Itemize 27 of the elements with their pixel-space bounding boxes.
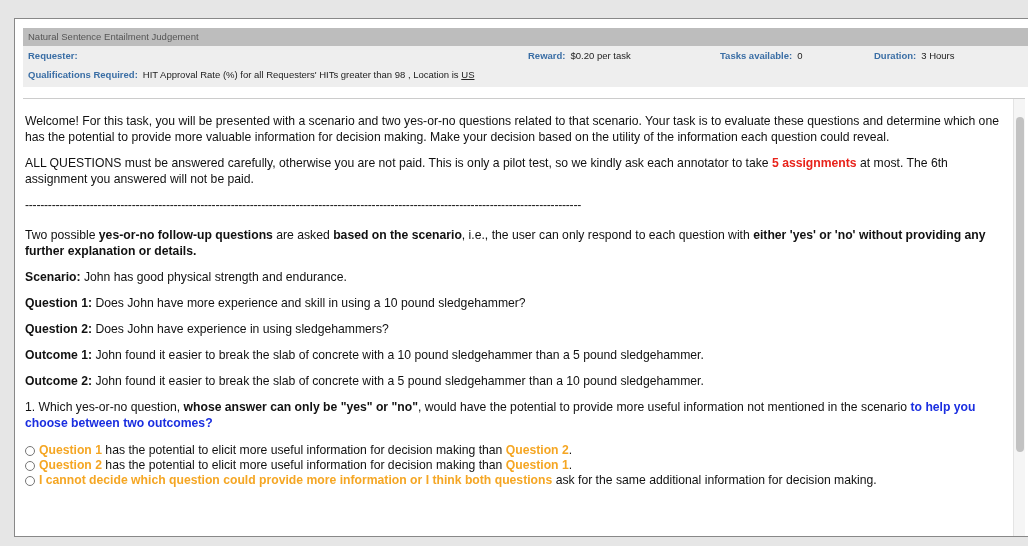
field-label: Requester:: [28, 49, 78, 61]
paragraph: 1. Which yes-or-no question, whose answer can only be "yes" or "no", would have the potential to provide more useful information not mentioned in the scenario to help you choose between two outcomes?: [25, 399, 977, 431]
radio-button[interactable]: [25, 445, 35, 456]
paragraph: Outcome 1: John found it easier to break the slab of concrete with a 10 pound sledgehammer than a 5 pound sledgehammer.: [25, 347, 705, 363]
option-label[interactable]: Question 2 has the potential to elicit more useful information for decision making than Question 1.: [39, 458, 573, 473]
task-title: Natural Sentence Entailment Judgement: [23, 28, 1028, 46]
paragraph: Outcome 2: John found it easier to break the slab of concrete with a 5 pound sledgehammer than a 10 pound sledgehammer.: [25, 373, 705, 389]
field-label: Reward:: [528, 49, 566, 61]
paragraph: Scenario: John has good physical strength and endurance.: [25, 269, 348, 285]
paragraph: Question 1: Does John have more experience and skill in using a 10 pound sledgehammer?: [25, 295, 527, 311]
field-value: HIT Approval Rate (%) for all Requesters' HITs greater than 98 , Location is US: [142, 68, 475, 80]
field-value: 0: [797, 49, 803, 61]
radio-button[interactable]: [25, 475, 35, 486]
paragraph: Question 2: Does John have experience in using sledgehammers?: [25, 321, 390, 337]
field-value: 3 Hours: [921, 49, 955, 61]
paragraph: ALL QUESTIONS must be answered carefully, otherwise you are not paid. This is only a pilot test, so we kindly ask each annotator to take 5 assignments at most. The 6th assignment you answered will not be paid.: [25, 155, 949, 187]
field-value: $0.20 per task: [570, 49, 631, 61]
scrollbar[interactable]: [1013, 99, 1025, 536]
radio-button[interactable]: [25, 460, 35, 471]
field-label: Qualifications Required:: [28, 68, 138, 80]
dashed-divider: --------------------------------------------------------------------------------------------------------------------------------------------------: [25, 197, 583, 213]
option-label[interactable]: Question 1 has the potential to elicit more useful information for decision making than Question 2.: [39, 443, 573, 458]
field-label: Duration:: [874, 49, 917, 61]
option-label[interactable]: I cannot decide which question could provide more information or I think both questions ask for the same additional information for decision making.: [39, 473, 877, 488]
paragraph: Two possible yes-or-no follow-up questions are asked based on the scenario, i.e., the user can only respond to each question with either 'yes' or 'no' without providing any further explanation or details.: [25, 227, 987, 259]
paragraph: Welcome! For this task, you will be presented with a scenario and two yes-or-no questions related to that scenario. Your task is to evaluate these questions and determine which one has the potential to provide more valuable information for decision making. Make your decision based on the utility of the information each question could reveal.: [25, 113, 1000, 145]
field-label: Tasks available:: [720, 49, 793, 61]
